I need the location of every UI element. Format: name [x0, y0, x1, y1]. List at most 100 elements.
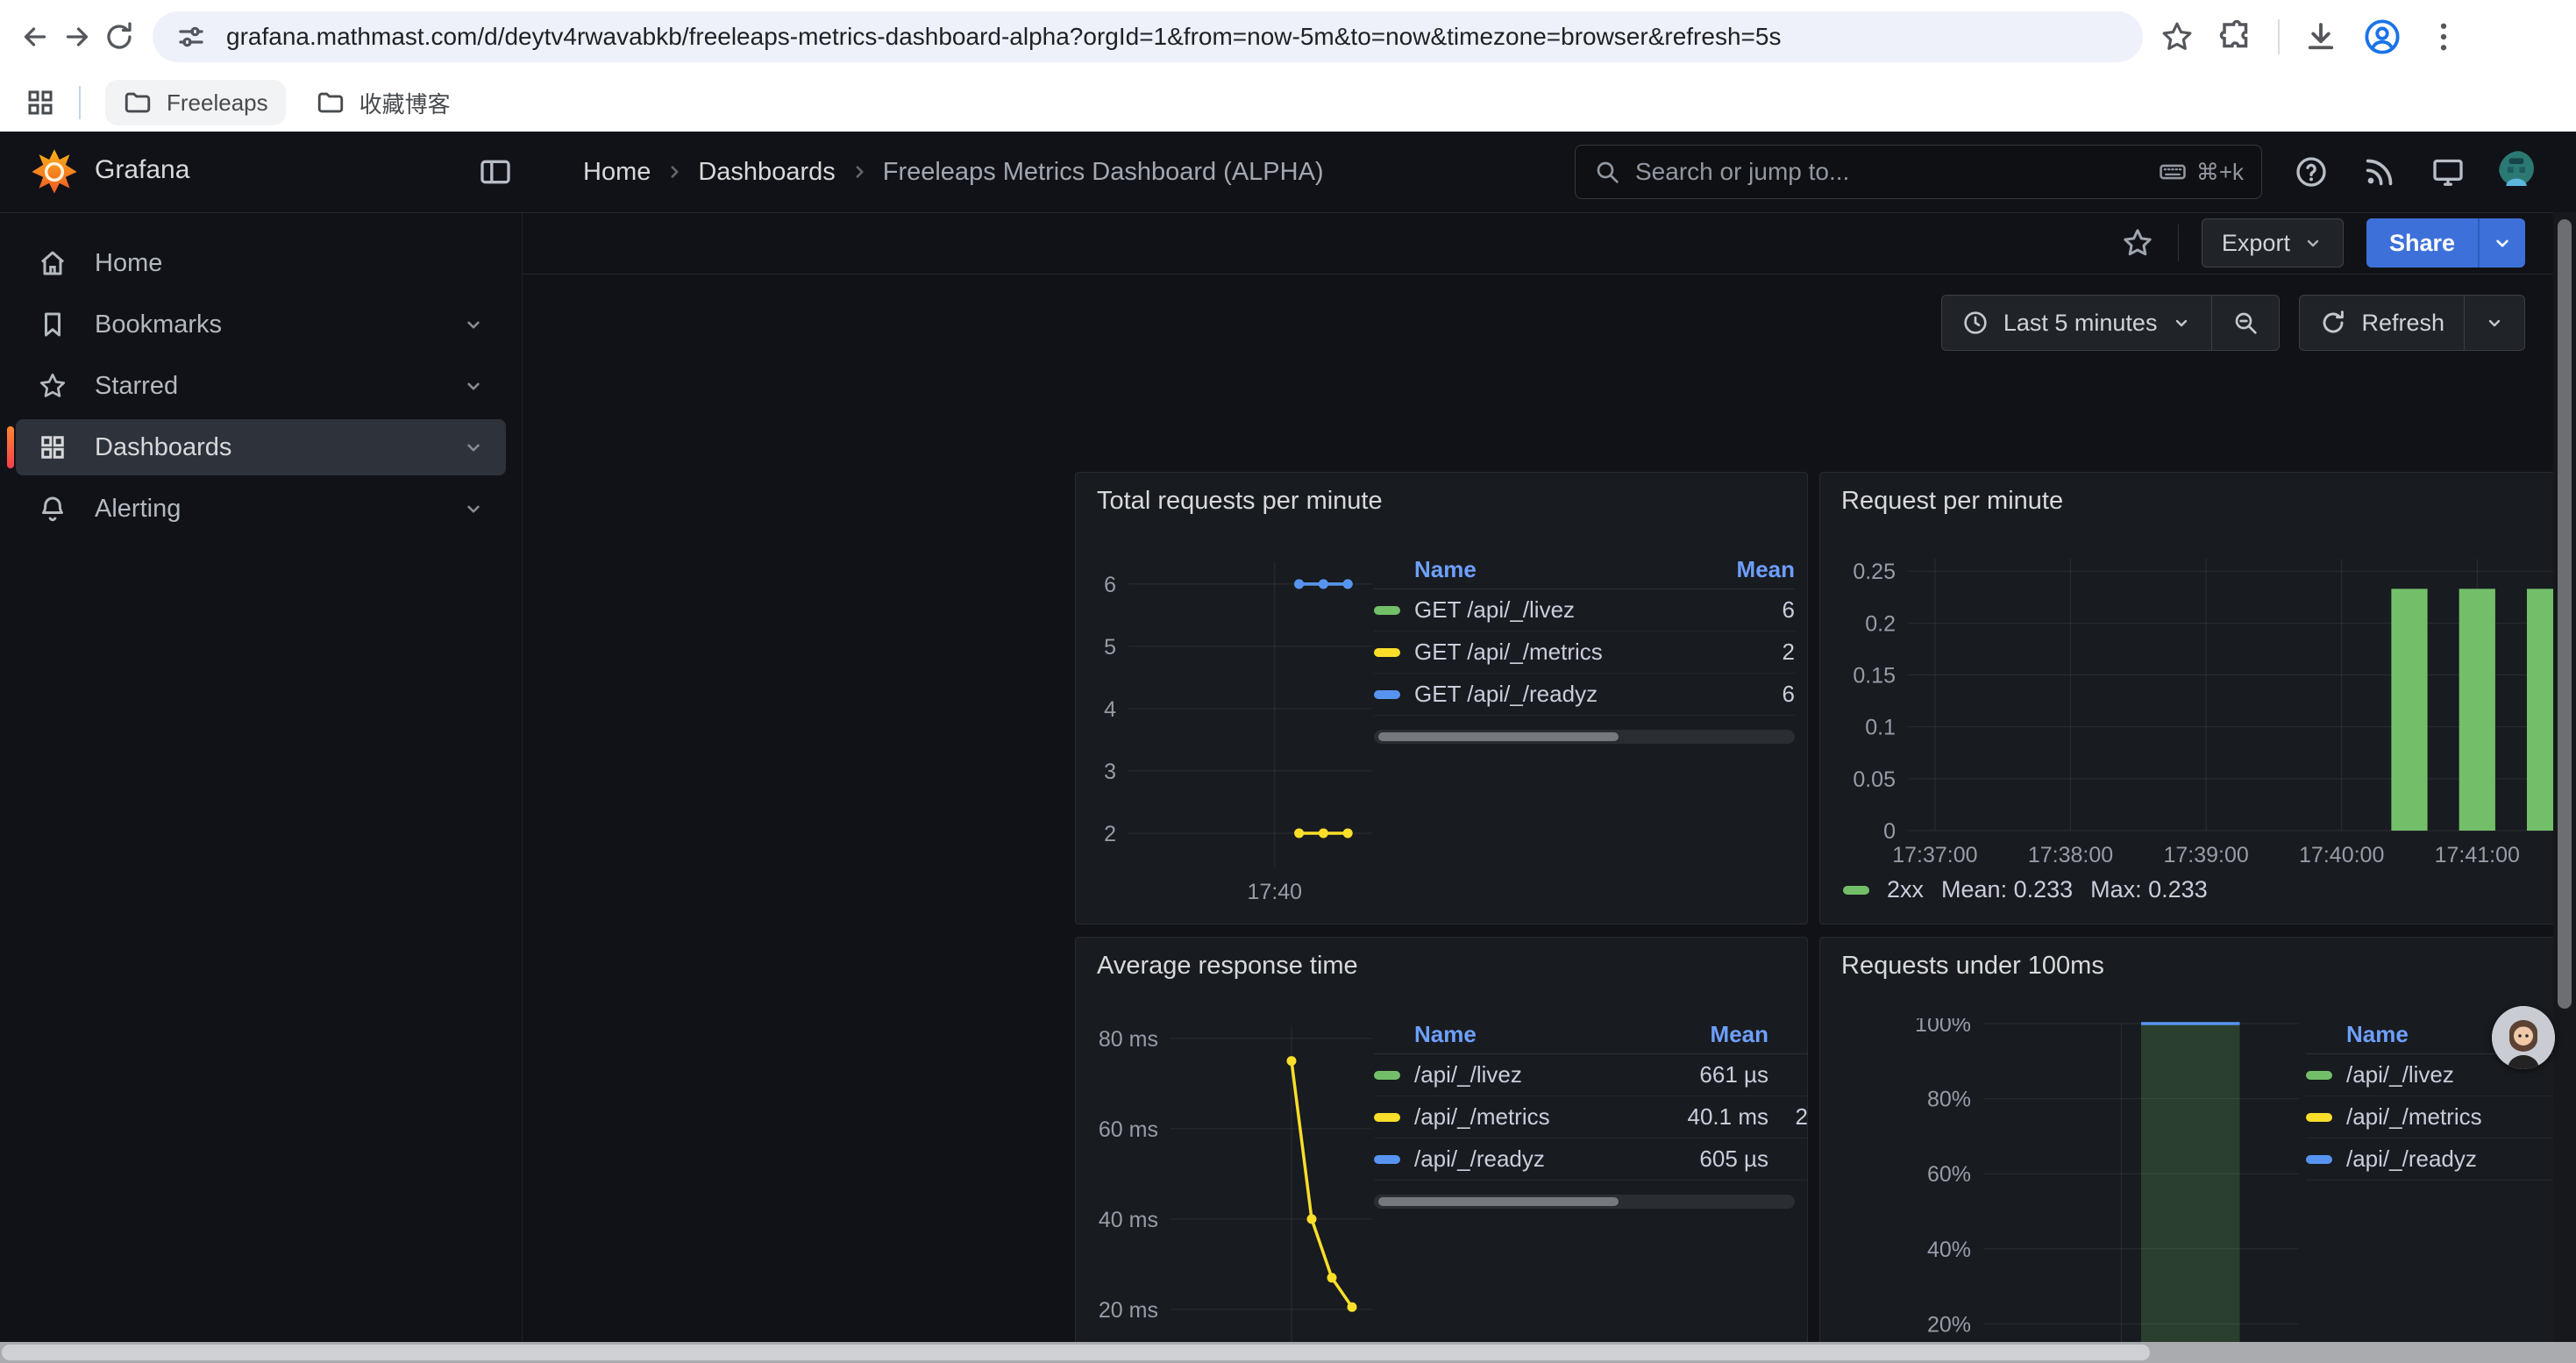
- chevron-down-icon[interactable]: [462, 497, 485, 520]
- browser-actions: [2159, 17, 2462, 57]
- legend-row[interactable]: GET /api/_/livez 6: [1374, 589, 1795, 632]
- refresh-button[interactable]: Refresh: [2300, 296, 2464, 350]
- refresh-interval-button[interactable]: [2465, 296, 2524, 350]
- series-name[interactable]: GET /api/_/readyz: [1414, 681, 1698, 708]
- legend-scrollbar[interactable]: [1374, 730, 1795, 744]
- profile-icon[interactable]: [2362, 17, 2402, 57]
- legend-row[interactable]: GET /api/_/metrics 2: [1374, 632, 1795, 674]
- legend-col-mean[interactable]: Mean: [1698, 556, 1795, 583]
- apps-grid-icon[interactable]: [25, 87, 56, 118]
- legend-row[interactable]: /api/_/metrics 40.1 ms 20.5 m: [1374, 1096, 1808, 1138]
- svg-text:5: 5: [1104, 635, 1116, 660]
- browser-toolbar: grafana.mathmast.com/d/deytv4rwavabkb/fr…: [0, 0, 2576, 74]
- url-text[interactable]: grafana.mathmast.com/d/deytv4rwavabkb/fr…: [226, 23, 1781, 51]
- chevron-down-icon[interactable]: [462, 313, 485, 336]
- svg-text:6: 6: [1104, 573, 1116, 597]
- menu-kebab-icon[interactable]: [2425, 18, 2462, 55]
- legend-col-name[interactable]: Name: [1374, 1021, 1654, 1048]
- export-button[interactable]: Export: [2202, 218, 2344, 268]
- legend-col-name[interactable]: Name: [1374, 556, 1698, 583]
- series-name[interactable]: /api/_/readyz: [1414, 1145, 1654, 1173]
- legend-row[interactable]: /api/_/readyz 605 µs 620: [1374, 1138, 1808, 1181]
- bookmark-star-icon[interactable]: [2159, 18, 2195, 55]
- help-icon[interactable]: [2294, 154, 2329, 189]
- user-avatar[interactable]: [2499, 151, 2541, 193]
- floating-assistant-avatar[interactable]: [2492, 1006, 2555, 1069]
- sidebar-item-bookmarks[interactable]: Bookmarks: [16, 296, 506, 353]
- panel-title[interactable]: Requests under 100ms: [1841, 952, 2104, 981]
- legend-row[interactable]: /api/_/livez 661 µs 646: [1374, 1054, 1808, 1096]
- series-mean: 40.1 ms: [1654, 1103, 1768, 1131]
- average-response-time-chart[interactable]: 0 s20 ms40 ms60 ms80 ms17:40: [1086, 1022, 1379, 1363]
- chevron-down-icon: [2491, 232, 2514, 254]
- panel-average-response-time[interactable]: Average response time 0 s20 ms40 ms60 ms…: [1075, 937, 1808, 1363]
- legend-col-last[interactable]: Las: [1768, 1021, 1808, 1048]
- svg-text:0: 0: [1883, 819, 1896, 844]
- site-settings-icon[interactable]: [175, 21, 207, 53]
- forward-icon[interactable]: [56, 16, 98, 58]
- scrollbar-thumb[interactable]: [1378, 732, 1619, 741]
- request-per-minute-chart[interactable]: 00.050.10.150.20.2517:37:0017:38:0017:39…: [1834, 553, 2576, 869]
- series-name[interactable]: GET /api/_/livez: [1414, 596, 1698, 624]
- requests-under-100ms-chart[interactable]: 0%20%40%60%80%100%17:40: [1832, 1018, 2306, 1363]
- legend-col-mean[interactable]: Mean: [1654, 1021, 1768, 1048]
- sidebar-item-dashboards[interactable]: Dashboards: [16, 419, 506, 475]
- legend-row[interactable]: /api/_/metrics 100%: [2306, 1096, 2576, 1138]
- series-last: 646: [1768, 1061, 1808, 1088]
- sidebar: Home Bookmarks Starred Dashboards Alerti…: [0, 212, 523, 1363]
- bookmark-folder-freeleaps[interactable]: Freeleaps: [105, 80, 286, 125]
- monitor-icon[interactable]: [2430, 154, 2466, 189]
- legend-series-2xx[interactable]: 2xx Mean: 0.233 Max: 0.233: [1843, 876, 2208, 903]
- share-button[interactable]: Share: [2366, 218, 2478, 268]
- sidebar-item-home[interactable]: Home: [16, 235, 506, 291]
- url-bar[interactable]: grafana.mathmast.com/d/deytv4rwavabkb/fr…: [153, 11, 2143, 62]
- news-rss-icon[interactable]: [2362, 154, 2397, 189]
- series-name[interactable]: /api/_/livez: [2346, 1061, 2525, 1088]
- search-icon: [1593, 158, 1621, 186]
- search-input[interactable]: Search or jump to... ⌘+k: [1575, 145, 2262, 199]
- panel-requests-under-100ms[interactable]: Requests under 100ms 0%20%40%60%80%100%1…: [1819, 937, 2576, 1363]
- breadcrumb-dashboards[interactable]: Dashboards: [698, 158, 835, 187]
- downloads-icon[interactable]: [2302, 18, 2339, 55]
- legend-scrollbar[interactable]: [1374, 1195, 1795, 1209]
- panel-title[interactable]: Average response time: [1097, 952, 1358, 981]
- time-range-picker[interactable]: Last 5 minutes: [1942, 296, 2212, 350]
- total-requests-chart[interactable]: 2345617:40: [1086, 557, 1379, 908]
- scrollbar-thumb[interactable]: [2558, 219, 2572, 1009]
- share-menu-button[interactable]: [2480, 218, 2525, 268]
- chevron-down-icon[interactable]: [462, 436, 485, 459]
- grafana-logo[interactable]: [30, 147, 79, 196]
- favorite-star-icon[interactable]: [2120, 225, 2155, 260]
- toolbar-divider: [2278, 19, 2280, 54]
- sidebar-item-starred[interactable]: Starred: [16, 358, 506, 414]
- series-name[interactable]: /api/_/readyz: [2346, 1145, 2525, 1173]
- series-name[interactable]: 2xx: [1887, 876, 1924, 903]
- panel-total-requests[interactable]: Total requests per minute 2345617:40 Nam…: [1075, 472, 1808, 924]
- series-last: 20.5 m: [1768, 1103, 1808, 1131]
- panel-title[interactable]: Total requests per minute: [1097, 487, 1383, 516]
- breadcrumb-home[interactable]: Home: [583, 158, 651, 187]
- legend-row[interactable]: /api/_/readyz 100%: [2306, 1138, 2576, 1181]
- reload-icon[interactable]: [98, 16, 140, 58]
- extensions-icon[interactable]: [2218, 18, 2255, 55]
- scrollbar-thumb[interactable]: [2, 1345, 2150, 1360]
- series-name[interactable]: /api/_/metrics: [2346, 1103, 2525, 1131]
- chevron-down-icon[interactable]: [462, 375, 485, 397]
- back-icon[interactable]: [14, 16, 56, 58]
- brand-name[interactable]: Grafana: [95, 155, 189, 185]
- legend-table: Name Mean GET /api/_/livez 6 GET /api/_/…: [1374, 550, 1795, 744]
- bookmark-folder-blogs[interactable]: 收藏博客: [298, 80, 468, 125]
- horizontal-scrollbar[interactable]: [0, 1342, 2576, 1363]
- panel-title[interactable]: Request per minute: [1841, 487, 2063, 516]
- legend-row[interactable]: GET /api/_/readyz 6: [1374, 674, 1795, 716]
- svg-text:20 ms: 20 ms: [1099, 1298, 1158, 1323]
- zoom-out-button[interactable]: [2212, 296, 2279, 350]
- sidebar-toggle-icon[interactable]: [478, 154, 513, 189]
- sidebar-item-alerting[interactable]: Alerting: [16, 481, 506, 537]
- vertical-scrollbar[interactable]: [2553, 212, 2576, 1363]
- series-name[interactable]: GET /api/_/metrics: [1414, 639, 1698, 666]
- series-name[interactable]: /api/_/livez: [1414, 1061, 1654, 1088]
- scrollbar-thumb[interactable]: [1378, 1197, 1619, 1206]
- series-name[interactable]: /api/_/metrics: [1414, 1103, 1654, 1131]
- panel-request-per-minute[interactable]: Request per minute 00.050.10.150.20.2517…: [1819, 472, 2576, 924]
